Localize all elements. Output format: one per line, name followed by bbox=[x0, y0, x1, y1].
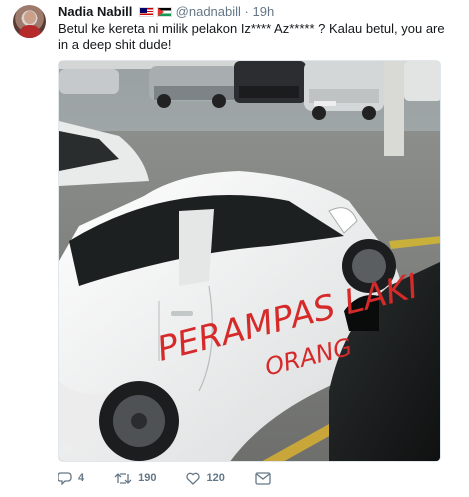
avatar[interactable] bbox=[13, 5, 46, 38]
avatar-head-shape bbox=[24, 11, 36, 24]
like-button[interactable]: 120 bbox=[186, 472, 225, 485]
like-icon bbox=[186, 472, 201, 485]
author-name[interactable]: Nadia Nabill bbox=[58, 4, 132, 19]
tweet-actions: 4 190 120 bbox=[58, 467, 301, 489]
reply-icon bbox=[58, 471, 72, 485]
retweet-count: 190 bbox=[138, 472, 157, 484]
tweet-text: Betul ke kereta ni milik pelakon Iz**** … bbox=[58, 21, 445, 52]
reply-button[interactable]: 4 bbox=[58, 471, 85, 485]
author-handle[interactable]: @nadnabill bbox=[176, 4, 241, 19]
palestine-flag-icon bbox=[157, 7, 173, 17]
direct-message-icon bbox=[255, 471, 271, 485]
avatar-body-shape bbox=[19, 25, 41, 38]
retweet-icon bbox=[114, 472, 132, 484]
tweet-header: Nadia Nabill @nadnabill · 19h bbox=[58, 4, 459, 20]
parking-garage-car-image: PERAMPAS LAKI ORANG bbox=[59, 61, 440, 461]
tweet-photo[interactable]: PERAMPAS LAKI ORANG bbox=[58, 60, 441, 462]
separator-dot: · bbox=[244, 4, 249, 19]
direct-message-button[interactable] bbox=[255, 471, 271, 485]
malaysia-flag-icon bbox=[139, 7, 155, 17]
like-count: 120 bbox=[206, 472, 225, 484]
retweet-button[interactable]: 190 bbox=[114, 472, 156, 485]
reply-count: 4 bbox=[78, 472, 85, 484]
tweet-timestamp[interactable]: 19h bbox=[253, 4, 275, 19]
